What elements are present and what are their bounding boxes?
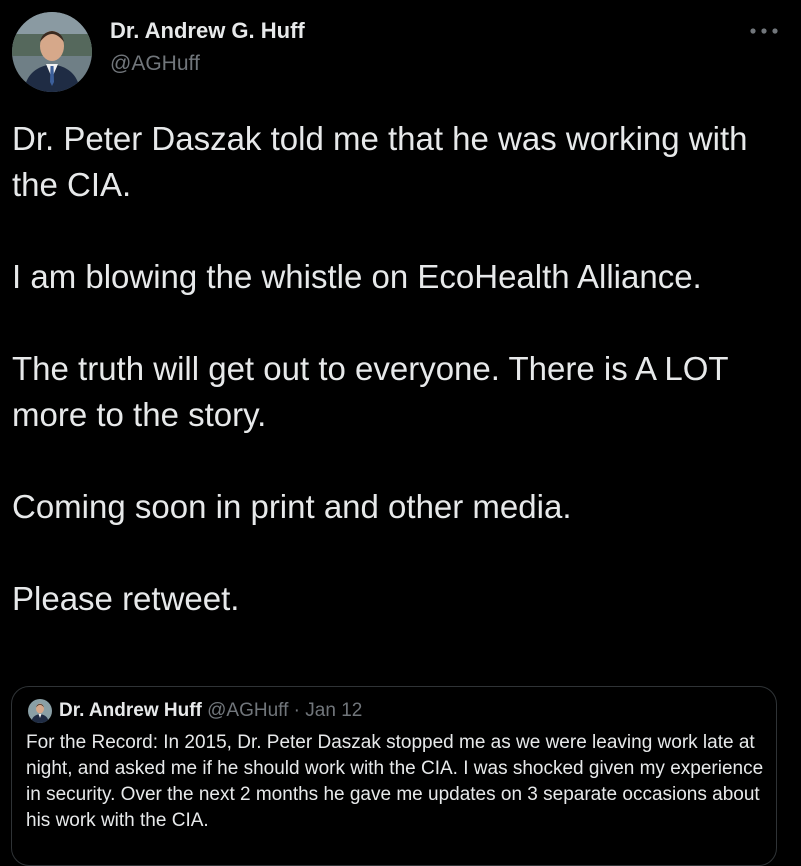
tweet-paragraph: Coming soon in print and other media. (12, 488, 572, 525)
tweet-text: Dr. Peter Daszak told me that he was wor… (12, 116, 782, 668)
author-handle[interactable]: @AGHuff (110, 52, 200, 76)
author-avatar[interactable] (12, 12, 92, 92)
author-display-name[interactable]: Dr. Andrew G. Huff (110, 18, 305, 44)
tweet-paragraph: I am blowing the whistle on EcoHealth Al… (12, 258, 702, 295)
quoted-author-handle[interactable]: @AGHuff (207, 700, 288, 721)
tweet-paragraph: The truth will get out to everyone. Ther… (12, 350, 728, 433)
more-options-button[interactable] (744, 20, 784, 42)
tweet-paragraph: Please retweet. (12, 580, 240, 617)
tweet-paragraph: Dr. Peter Daszak told me that he was wor… (12, 120, 748, 203)
quoted-author-name[interactable]: Dr. Andrew Huff (59, 700, 202, 721)
tweet-header: Dr. Andrew G. Huff @AGHuff (0, 0, 801, 100)
quoted-tweet-text: For the Record: In 2015, Dr. Peter Dasza… (26, 732, 764, 831)
quoted-author-avatar[interactable] (28, 699, 52, 723)
quoted-tweet-card[interactable]: Dr. Andrew Huff @AGHuff · Jan 12 For the… (11, 686, 777, 866)
quoted-tweet-date[interactable]: Jan 12 (305, 700, 362, 721)
quoted-tweet-meta: Dr. Andrew Huff @AGHuff · Jan 12 (59, 700, 362, 722)
meta-separator: · (293, 700, 300, 721)
more-horizontal-icon (750, 28, 778, 34)
